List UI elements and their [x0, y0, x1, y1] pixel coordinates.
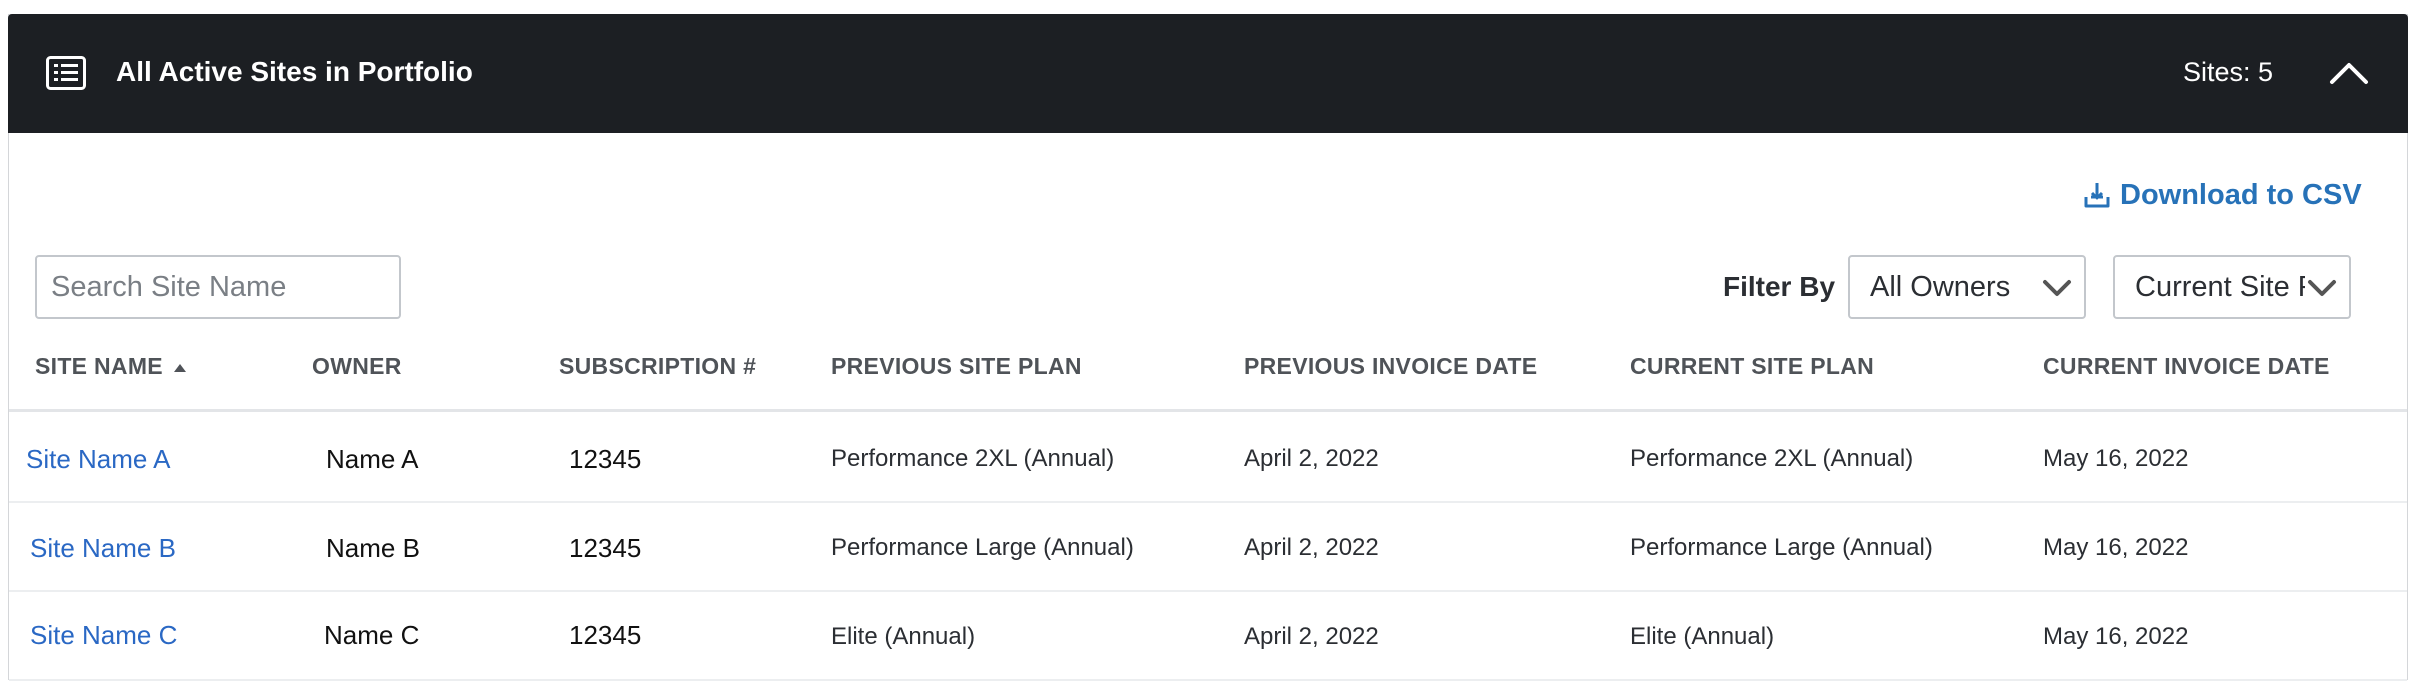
previous-invoice-date-cell: April 2, 2022: [1244, 534, 1379, 561]
search-input[interactable]: [35, 255, 401, 319]
current-invoice-date-cell: May 16, 2022: [2043, 623, 2189, 650]
site-plan-filter-select[interactable]: Current Site P: [2113, 255, 2351, 319]
column-header-label: SITE NAME: [35, 353, 163, 379]
chevron-down-icon: [2305, 275, 2339, 301]
site-name-link[interactable]: Site Name C: [30, 620, 177, 650]
previous-plan-cell: Performance 2XL (Annual): [831, 445, 1115, 472]
chevron-down-icon: [2040, 275, 2074, 301]
collapse-chevron-up-icon[interactable]: [2326, 54, 2372, 90]
sort-ascending-icon: [173, 363, 186, 372]
column-header-current-invoice-date[interactable]: CURRENT INVOICE DATE: [2043, 351, 2330, 381]
filter-by-label: Filter By: [1723, 271, 1836, 302]
column-header-previous-site-plan[interactable]: PREVIOUS SITE PLAN: [831, 351, 1082, 381]
owner-cell: Name B: [326, 533, 420, 563]
sites-count: Sites: 5: [2183, 57, 2274, 87]
column-header-previous-invoice-date[interactable]: PREVIOUS INVOICE DATE: [1244, 351, 1537, 381]
download-csv-label: Download to CSV: [2120, 178, 2362, 211]
subscription-cell: 12345: [569, 533, 642, 563]
current-invoice-date-cell: May 16, 2022: [2043, 445, 2189, 472]
site-name-link[interactable]: Site Name B: [30, 533, 176, 563]
current-invoice-date-cell: May 16, 2022: [2043, 534, 2189, 561]
table-row: Site Name A Name A 12345 Performance 2XL…: [9, 412, 2407, 503]
current-plan-cell: Performance Large (Annual): [1630, 534, 1933, 561]
download-csv-link[interactable]: Download to CSV: [2082, 175, 2362, 215]
owner-cell: Name A: [326, 444, 419, 474]
current-plan-cell: Performance 2XL (Annual): [1630, 445, 1914, 472]
plan-select-value: Current Site P: [2135, 271, 2315, 303]
site-name-link[interactable]: Site Name A: [26, 444, 171, 474]
subscription-cell: 12345: [569, 444, 642, 474]
table-row: Site Name C Name C 12345 Elite (Annual) …: [9, 590, 2407, 681]
previous-invoice-date-cell: April 2, 2022: [1244, 623, 1379, 650]
column-header-owner[interactable]: OWNER: [312, 351, 402, 381]
previous-plan-cell: Elite (Annual): [831, 623, 976, 650]
column-header-site-name[interactable]: SITE NAME: [35, 351, 187, 381]
owner-cell: Name C: [324, 620, 420, 650]
owners-select-value: All Owners: [1870, 271, 2011, 303]
panel-title: All Active Sites in Portfolio: [116, 56, 473, 87]
panel-header: All Active Sites in Portfolio Sites: 5: [8, 14, 2408, 133]
download-icon: [2084, 183, 2110, 208]
previous-plan-cell: Performance Large (Annual): [831, 534, 1134, 561]
current-plan-cell: Elite (Annual): [1630, 623, 1775, 650]
table-row: Site Name B Name B 12345 Performance Lar…: [9, 501, 2407, 592]
list-icon: [46, 56, 86, 90]
sites-panel: All Active Sites in Portfolio Sites: 5 D…: [8, 14, 2408, 681]
column-header-subscription[interactable]: SUBSCRIPTION #: [559, 351, 756, 381]
table-header-row: SITE NAME OWNER SUBSCRIPTION # PREVIOUS …: [9, 351, 2407, 412]
column-header-current-site-plan[interactable]: CURRENT SITE PLAN: [1630, 351, 1874, 381]
owners-filter-select[interactable]: All Owners: [1848, 255, 2086, 319]
subscription-cell: 12345: [569, 620, 642, 650]
previous-invoice-date-cell: April 2, 2022: [1244, 445, 1379, 472]
